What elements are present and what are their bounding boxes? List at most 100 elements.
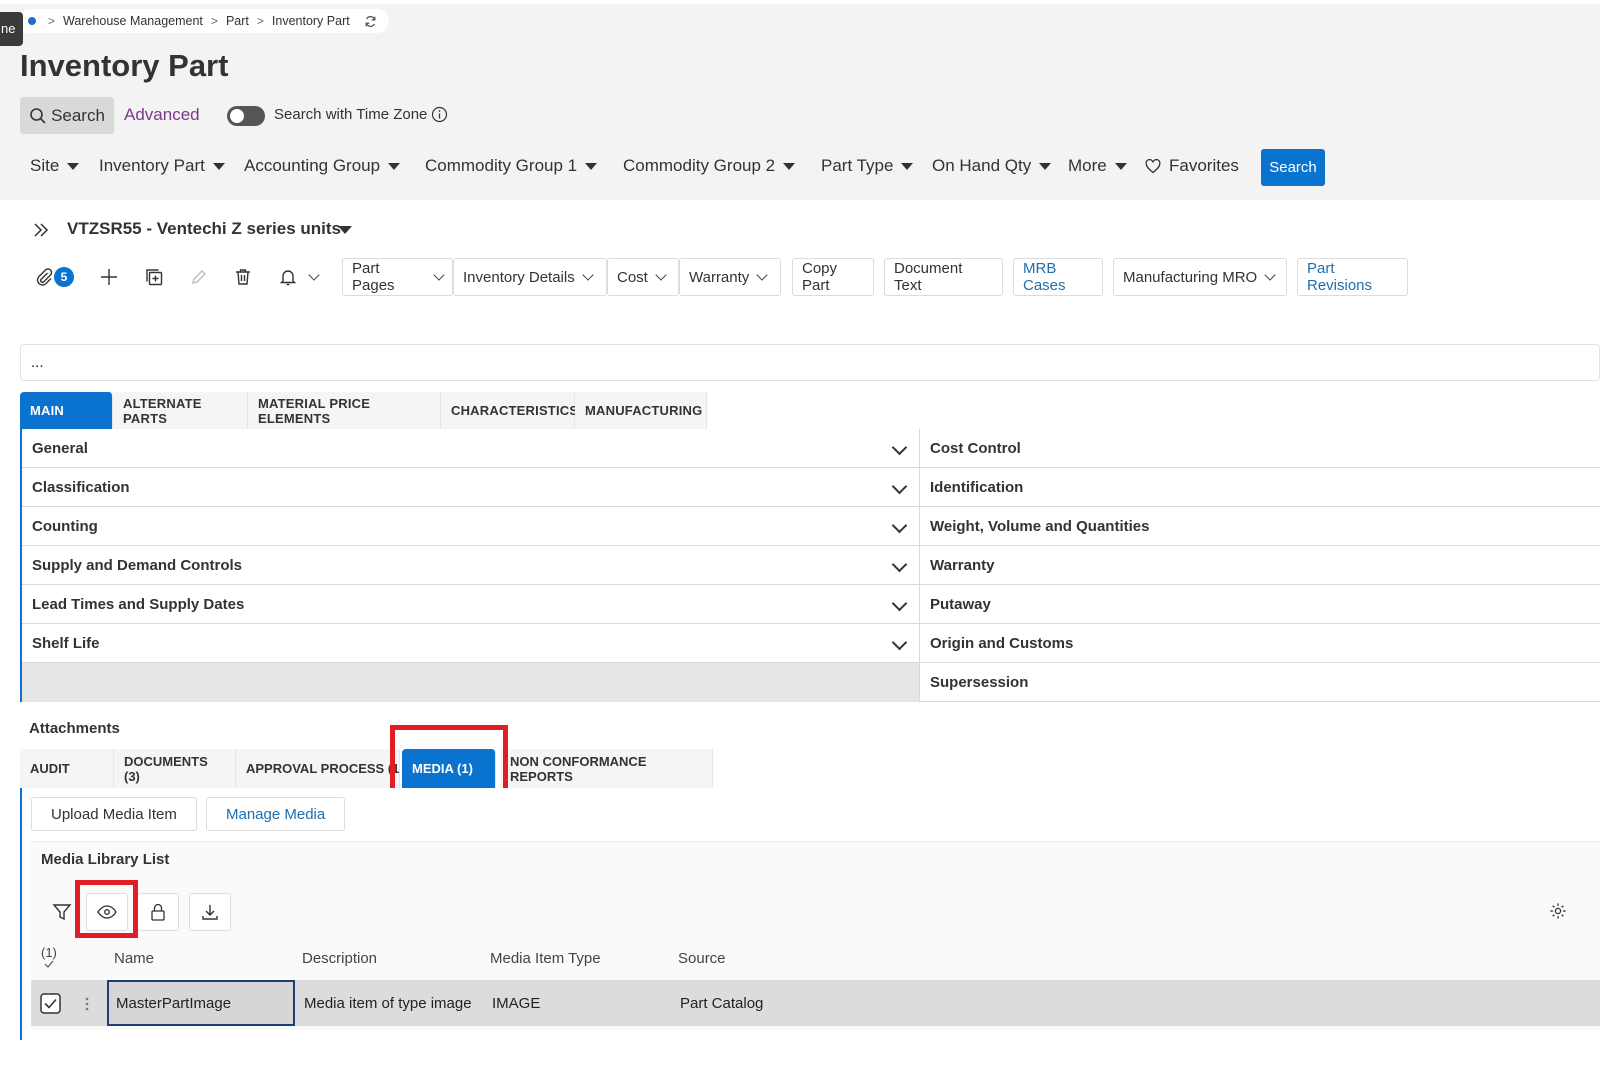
refresh-icon[interactable] bbox=[364, 15, 377, 28]
search-mode-label: Search bbox=[51, 105, 105, 125]
chevron-down-icon bbox=[891, 478, 908, 495]
caret-down-icon bbox=[1114, 162, 1127, 170]
document-text-button[interactable]: Document Text bbox=[884, 258, 1003, 296]
group-lead-times[interactable]: Lead Times and Supply Dates bbox=[22, 585, 919, 624]
info-icon[interactable] bbox=[431, 106, 448, 123]
breadcrumb-item-warehouse[interactable]: Warehouse Management bbox=[63, 14, 203, 28]
part-pages-button[interactable]: Part Pages bbox=[342, 258, 453, 296]
group-label: Counting bbox=[32, 517, 98, 535]
record-selector-caret-icon[interactable] bbox=[338, 226, 352, 234]
group-supply-demand-controls[interactable]: Supply and Demand Controls bbox=[22, 546, 919, 585]
cell-name[interactable]: MasterPartImage bbox=[116, 995, 231, 1012]
delete-trash-icon[interactable] bbox=[231, 265, 255, 289]
tab-non-conformance-reports[interactable]: NON CONFORMANCE REPORTS bbox=[500, 749, 713, 788]
column-header-source[interactable]: Source bbox=[678, 950, 726, 967]
filter-accounting-group[interactable]: Accounting Group bbox=[244, 156, 401, 176]
time-zone-toggle[interactable] bbox=[227, 106, 265, 126]
edit-pencil-icon bbox=[187, 265, 211, 289]
bell-menu-chevron-icon[interactable] bbox=[302, 265, 326, 289]
chevron-down-icon bbox=[891, 634, 908, 651]
mrb-cases-button[interactable]: MRB Cases bbox=[1013, 258, 1103, 296]
paperclip-icon[interactable] bbox=[32, 265, 56, 289]
group-supersession[interactable]: Supersession bbox=[919, 663, 1600, 702]
breadcrumb-item-part[interactable]: Part bbox=[226, 14, 249, 28]
favorites-label: Favorites bbox=[1169, 156, 1239, 175]
duplicate-icon[interactable] bbox=[142, 265, 166, 289]
add-icon[interactable] bbox=[97, 265, 121, 289]
filter-label: More bbox=[1068, 156, 1107, 175]
group-identification[interactable]: Identification bbox=[919, 468, 1600, 507]
filter-part-type[interactable]: Part Type bbox=[821, 156, 914, 176]
home-tooltip: ne bbox=[0, 12, 23, 46]
breadcrumb: > Warehouse Management > Part > Inventor… bbox=[18, 9, 389, 33]
filter-commodity-group-1[interactable]: Commodity Group 1 bbox=[425, 156, 598, 176]
lock-button[interactable] bbox=[137, 893, 179, 931]
settings-gear-icon[interactable] bbox=[1549, 902, 1567, 920]
group-weight-volume[interactable]: Weight, Volume and Quantities bbox=[919, 507, 1600, 546]
filter-label: Commodity Group 1 bbox=[425, 156, 578, 175]
tab-characteristics[interactable]: CHARACTERISTICS bbox=[441, 392, 578, 429]
row-checkbox[interactable] bbox=[40, 993, 61, 1014]
group-origin-customs[interactable]: Origin and Customs bbox=[919, 624, 1600, 663]
double-chevron-right-icon[interactable] bbox=[32, 221, 50, 239]
column-header-media-item-type[interactable]: Media Item Type bbox=[490, 950, 601, 967]
media-library-title: Media Library List bbox=[41, 851, 170, 868]
search-mode-tab[interactable]: Search bbox=[20, 97, 114, 134]
cost-button[interactable]: Cost bbox=[607, 258, 679, 296]
caret-down-icon bbox=[388, 162, 401, 170]
manufacturing-mro-button[interactable]: Manufacturing MRO bbox=[1113, 258, 1287, 296]
group-warranty[interactable]: Warranty bbox=[919, 546, 1600, 585]
group-putaway[interactable]: Putaway bbox=[919, 585, 1600, 624]
group-general[interactable]: General bbox=[22, 429, 919, 468]
eye-button-highlight bbox=[75, 880, 138, 938]
breadcrumb-separator-icon: > bbox=[48, 14, 56, 28]
attachments-title: Attachments bbox=[29, 720, 120, 737]
tab-audit[interactable]: AUDIT bbox=[20, 749, 114, 788]
tab-alternate-parts[interactable]: ALTERNATE PARTS bbox=[113, 392, 248, 429]
group-cost-control[interactable]: Cost Control bbox=[919, 429, 1600, 468]
copy-part-button[interactable]: Copy Part bbox=[792, 258, 874, 296]
chevron-down-icon bbox=[655, 269, 667, 281]
filter-commodity-group-2[interactable]: Commodity Group 2 bbox=[623, 156, 796, 176]
inventory-details-button[interactable]: Inventory Details bbox=[453, 258, 607, 296]
tab-manufacturing[interactable]: MANUFACTURING bbox=[575, 392, 707, 429]
tab-material-price-elements[interactable]: MATERIAL PRICE ELEMENTS bbox=[248, 392, 441, 429]
chevron-down-icon bbox=[756, 269, 768, 281]
tab-approval-process[interactable]: APPROVAL PROCESS (1) bbox=[236, 749, 400, 788]
cell-description: Media item of type image bbox=[304, 995, 472, 1012]
row-menu-dots-icon[interactable] bbox=[84, 996, 90, 1012]
breadcrumb-item-inventory-part[interactable]: Inventory Part bbox=[272, 14, 350, 28]
manage-media-button[interactable]: Manage Media bbox=[206, 797, 346, 831]
part-revisions-button[interactable]: Part Revisions bbox=[1297, 258, 1408, 296]
caret-down-icon bbox=[1039, 162, 1052, 170]
download-button[interactable] bbox=[189, 893, 231, 931]
advanced-search-link[interactable]: Advanced bbox=[124, 105, 200, 125]
home-dot-icon[interactable] bbox=[28, 17, 36, 25]
chevron-down-icon bbox=[891, 517, 908, 534]
search-button[interactable]: Search bbox=[1261, 149, 1325, 186]
filter-inventory-part[interactable]: Inventory Part bbox=[99, 156, 225, 176]
filter-more[interactable]: More bbox=[1068, 156, 1127, 176]
caret-down-icon bbox=[783, 162, 796, 170]
group-classification[interactable]: Classification bbox=[22, 468, 919, 507]
group-counting[interactable]: Counting bbox=[22, 507, 919, 546]
filter-label: Commodity Group 2 bbox=[623, 156, 776, 175]
summary-bar[interactable]: ... bbox=[20, 344, 1600, 381]
breadcrumb-separator-icon: > bbox=[210, 14, 218, 28]
filter-on-hand-qty[interactable]: On Hand Qty bbox=[932, 156, 1052, 176]
warranty-button[interactable]: Warranty bbox=[679, 258, 781, 296]
download-icon bbox=[201, 903, 219, 921]
column-header-description[interactable]: Description bbox=[302, 950, 377, 967]
favorites-menu[interactable]: Favorites bbox=[1145, 156, 1239, 176]
column-header-name[interactable]: Name bbox=[114, 950, 154, 967]
tab-documents[interactable]: DOCUMENTS (3) bbox=[114, 749, 236, 788]
filter-site[interactable]: Site bbox=[30, 156, 80, 176]
group-shelf-life[interactable]: Shelf Life bbox=[22, 624, 919, 663]
filter-label: Site bbox=[30, 156, 60, 175]
button-label: Warranty bbox=[689, 268, 750, 286]
tab-main[interactable]: MAIN bbox=[20, 392, 113, 429]
upload-media-item-button[interactable]: Upload Media Item bbox=[31, 797, 197, 831]
caret-down-icon bbox=[212, 162, 225, 170]
filter-label: Accounting Group bbox=[244, 156, 381, 175]
bell-icon[interactable] bbox=[276, 265, 300, 289]
